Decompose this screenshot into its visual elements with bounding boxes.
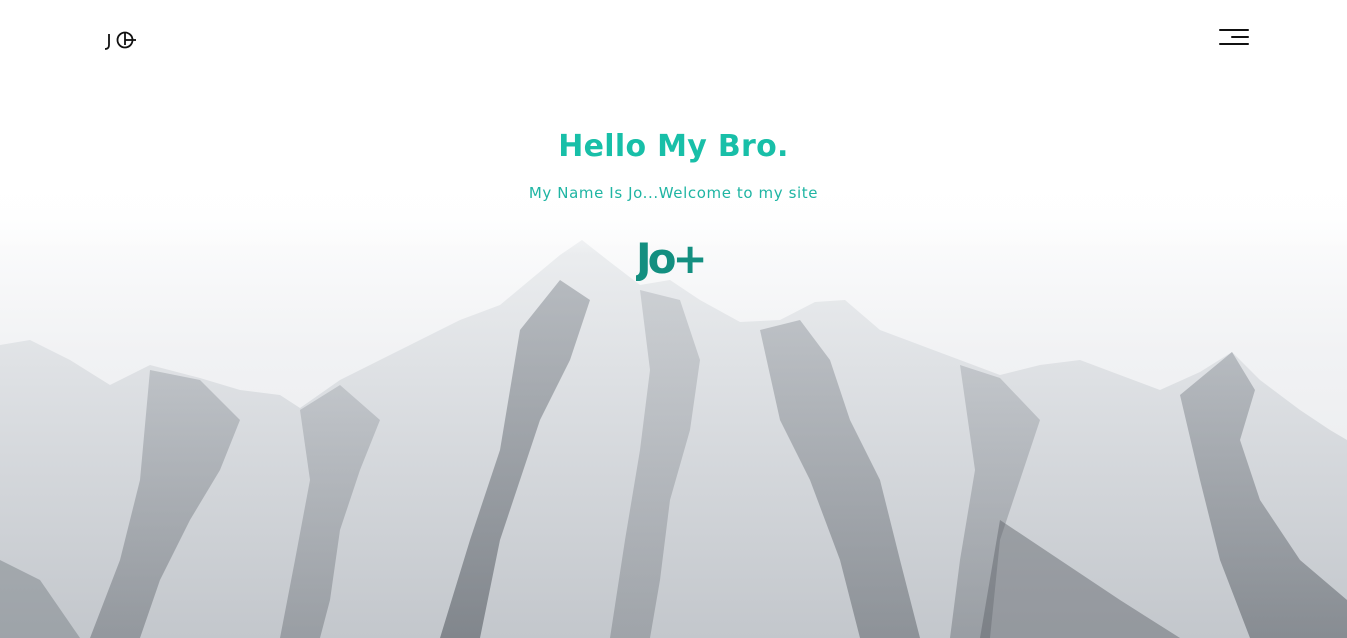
hero-subtitle: My Name Is Jo...Welcome to my site xyxy=(528,184,819,202)
page: JO Hello My Bro. My Name Is Jo...Welcome… xyxy=(0,0,1347,638)
hero-logo-mark: Jo+ xyxy=(633,231,726,283)
menu-bar-middle xyxy=(1231,36,1249,38)
site-logo-icon xyxy=(104,31,136,50)
menu-bar-top xyxy=(1219,29,1249,31)
hero-background-mountains xyxy=(0,0,1347,638)
hero-logo-mark-text: Jo+ xyxy=(636,234,704,281)
site-logo[interactable]: JO xyxy=(103,28,139,52)
hero-title: Hello My Bro. xyxy=(558,129,789,164)
menu-bar-bottom xyxy=(1219,43,1249,45)
hamburger-menu-icon[interactable] xyxy=(1217,28,1251,50)
